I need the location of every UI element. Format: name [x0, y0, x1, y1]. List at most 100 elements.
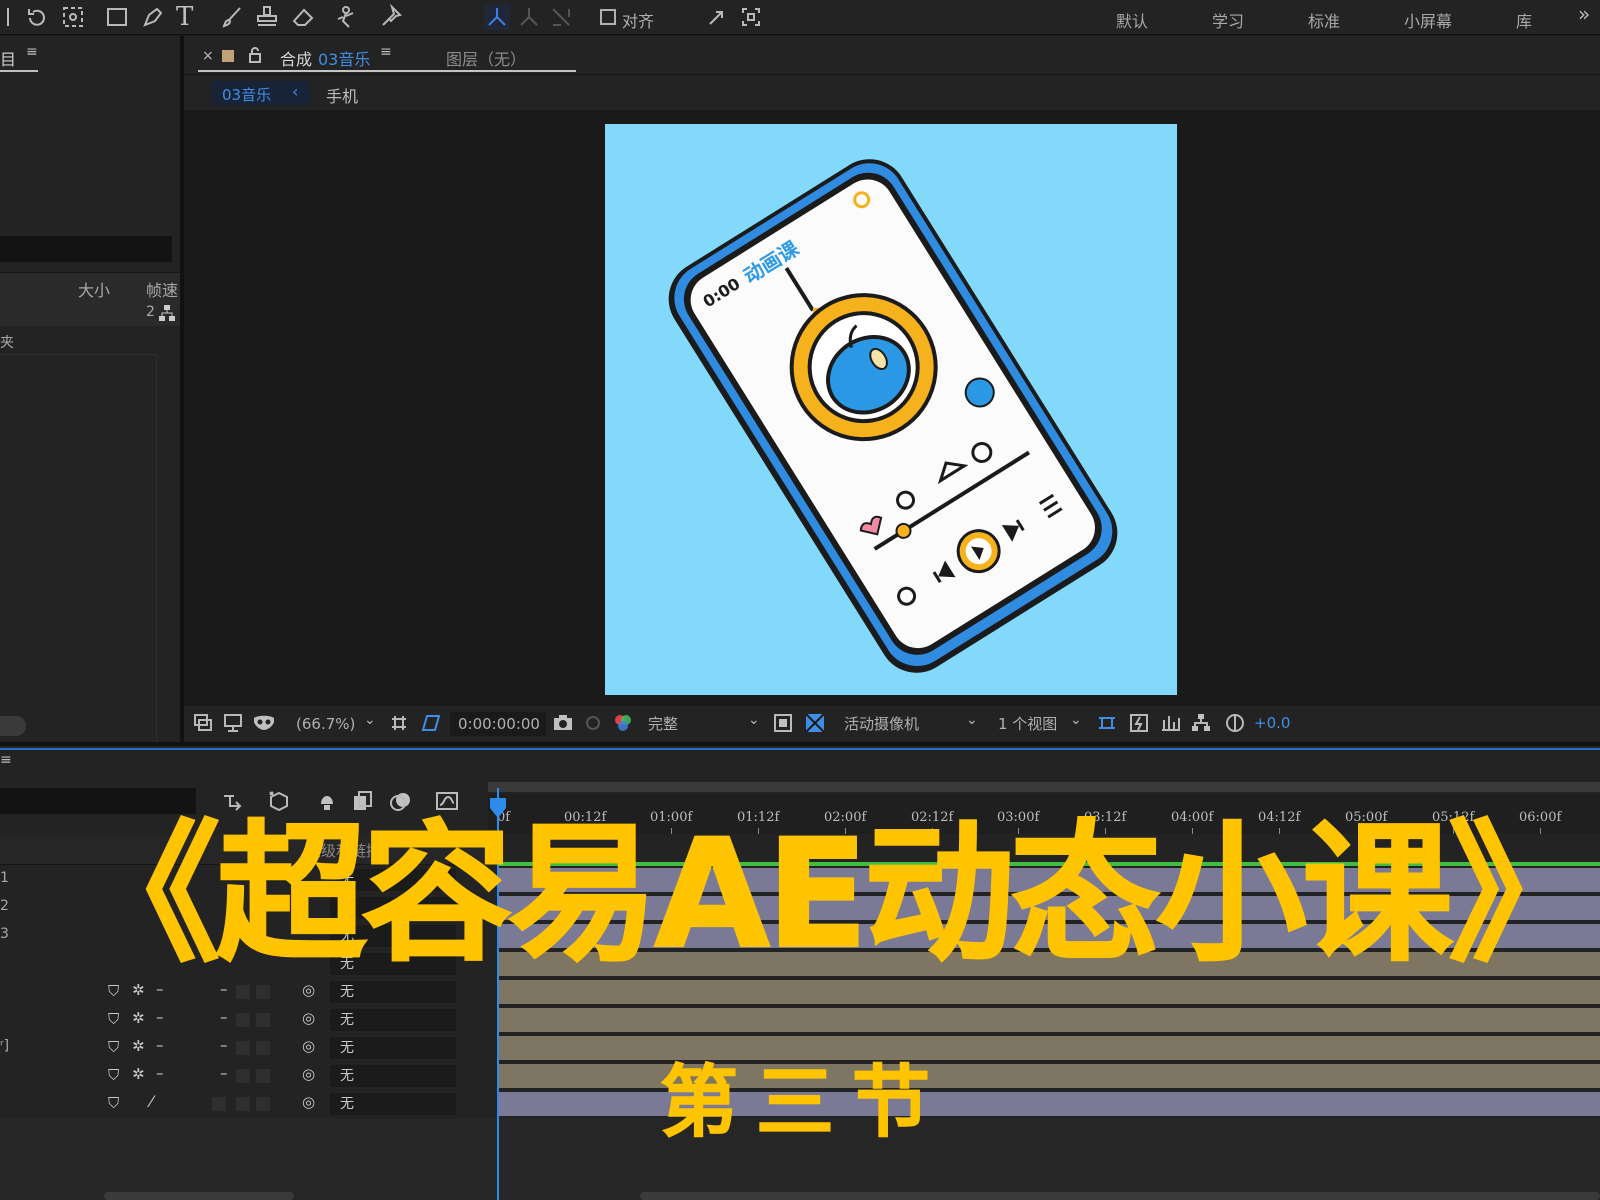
motion-blur-toggle[interactable]: – — [220, 980, 228, 998]
workspace-learn[interactable]: 学习 — [1212, 8, 1244, 32]
effects-toggle[interactable]: – — [156, 980, 164, 998]
comp-tab-prefix[interactable]: 合成 — [280, 46, 312, 70]
adjustment-switch[interactable] — [236, 1013, 250, 1027]
project-folder-label[interactable]: 夹 — [0, 332, 14, 352]
parent-select[interactable]: 无 — [330, 1037, 456, 1059]
workspace-overflow-icon[interactable]: » — [1578, 2, 1590, 26]
work-area-bar[interactable] — [488, 782, 1600, 792]
fast-previews-icon[interactable] — [1128, 712, 1150, 734]
quality-icon[interactable]: ✲ — [132, 1009, 145, 1027]
type-tool-icon[interactable]: T — [176, 2, 202, 32]
camera-chevron-down-icon[interactable]: ⌄ — [966, 712, 978, 728]
layer-row[interactable]: ʳ] ⛉ ✲ – – ◎ 无 — [0, 1034, 488, 1062]
shy-icon[interactable]: ⛉ — [108, 1066, 119, 1084]
3d-switch[interactable] — [256, 1097, 270, 1111]
snap-checkbox[interactable] — [600, 9, 616, 25]
mask-visibility-icon[interactable] — [252, 712, 276, 734]
exposure-value[interactable]: +0.0 — [1254, 714, 1290, 732]
project-scroll-handle[interactable] — [0, 716, 26, 736]
workspace-libraries[interactable]: 库 — [1516, 8, 1532, 32]
close-tab-icon[interactable]: × — [202, 48, 214, 64]
shy-icon[interactable]: ⛉ — [108, 982, 119, 1000]
snap-edges-icon[interactable] — [704, 4, 730, 30]
zoom-chevron-down-icon[interactable]: ⌄ — [364, 712, 376, 728]
3d-switch[interactable] — [256, 1041, 270, 1055]
shy-icon[interactable]: ⛉ — [108, 1038, 119, 1056]
transparency-grid-icon[interactable] — [420, 712, 442, 734]
motion-blur-toggle[interactable]: – — [220, 1008, 228, 1026]
axis-view-icon[interactable] — [548, 4, 574, 30]
parent-select[interactable]: 无 — [330, 981, 456, 1003]
continuous-raster-icon[interactable]: ⁄ — [150, 1092, 153, 1111]
timeline-menu-icon[interactable]: ≡ — [0, 753, 12, 767]
toggle-transparency-grid-icon[interactable] — [804, 712, 826, 734]
puppet-pin-tool-icon[interactable] — [378, 4, 404, 30]
motion-blur-toggle[interactable]: – — [220, 1064, 228, 1082]
pick-whip-icon[interactable]: ◎ — [302, 1093, 315, 1111]
roto-brush-tool-icon[interactable] — [334, 4, 360, 30]
quality-icon[interactable]: ✲ — [132, 1037, 145, 1055]
parent-select[interactable]: 无 — [330, 1065, 456, 1087]
axis-world-icon[interactable] — [516, 4, 542, 30]
layer-track-bar[interactable] — [498, 980, 1600, 1004]
snap-frame-icon[interactable] — [738, 4, 764, 30]
always-preview-icon[interactable] — [192, 712, 214, 734]
comp-canvas[interactable]: 0:00 动画课 — [605, 124, 1177, 695]
pick-whip-icon[interactable]: ◎ — [302, 981, 315, 999]
shy-icon[interactable]: ⛉ — [108, 1094, 119, 1112]
effects-toggle[interactable]: – — [156, 1064, 164, 1082]
flowchart-icon[interactable] — [158, 304, 176, 322]
parent-select[interactable]: 无 — [330, 1009, 456, 1031]
rectangle-tool-icon[interactable] — [104, 4, 130, 30]
pick-whip-icon[interactable]: ◎ — [302, 1065, 315, 1083]
quality-icon[interactable]: ✲ — [132, 981, 145, 999]
snapshot-camera-icon[interactable] — [552, 712, 574, 734]
eraser-tool-icon[interactable] — [290, 4, 316, 30]
current-time-field[interactable]: 0:00:00:00 — [450, 712, 546, 736]
layer-row[interactable]: ⛉ ✲ – – ◎ 无 — [0, 978, 488, 1006]
3d-switch[interactable] — [256, 1013, 270, 1027]
camera-orbit-tool-icon[interactable] — [60, 4, 86, 30]
layer-row[interactable]: ⛉ ✲ – – ◎ 无 — [0, 1006, 488, 1034]
layer-row[interactable]: ⛉ ✲ – – ◎ 无 — [0, 1062, 488, 1090]
workspace-default[interactable]: 默认 — [1116, 8, 1148, 32]
resolution-select[interactable]: 完整 — [640, 712, 758, 736]
adjustment-switch[interactable] — [236, 985, 250, 999]
pick-whip-icon[interactable]: ◎ — [302, 1009, 315, 1027]
lock-icon[interactable] — [248, 46, 262, 64]
comp-tab-name[interactable]: 03音乐 — [318, 46, 370, 70]
region-of-interest-icon[interactable] — [772, 712, 794, 734]
3d-switch[interactable] — [256, 985, 270, 999]
resolution-chevron-down-icon[interactable]: ⌄ — [748, 712, 760, 728]
layer-track-bar[interactable] — [498, 1008, 1600, 1032]
adjustment-switch[interactable] — [236, 1041, 250, 1055]
effects-toggle[interactable]: – — [156, 1036, 164, 1054]
shy-icon[interactable]: ⛉ — [108, 1010, 119, 1028]
project-row[interactable]: 2 — [0, 300, 180, 326]
column-size-label[interactable]: 大小 — [78, 277, 110, 301]
panel-menu-icon[interactable]: ≡ — [26, 45, 38, 59]
clone-stamp-tool-icon[interactable] — [254, 4, 280, 30]
view-layout-chevron-down-icon[interactable]: ⌄ — [1070, 712, 1082, 728]
camera-select[interactable]: 活动摄像机 — [836, 712, 984, 736]
comp-panel-menu-icon[interactable]: ≡ — [380, 45, 392, 59]
adjustment-switch[interactable] — [236, 1069, 250, 1083]
monitor-icon[interactable] — [222, 712, 244, 734]
show-snapshot-icon[interactable] — [582, 712, 604, 734]
timeline-toggle-icon[interactable] — [1160, 712, 1182, 734]
color-channels-icon[interactable] — [612, 712, 634, 734]
timeline-scrollbar[interactable] — [104, 1192, 294, 1200]
adjustment-switch[interactable] — [236, 1097, 250, 1111]
workspace-standard[interactable]: 标准 — [1308, 8, 1340, 32]
resolution-grid-icon[interactable] — [388, 712, 410, 734]
column-fps-label[interactable]: 帧速 — [146, 277, 178, 301]
effects-toggle[interactable]: – — [156, 1008, 164, 1026]
reset-exposure-icon[interactable] — [1224, 712, 1246, 734]
brush-tool-icon[interactable] — [220, 4, 246, 30]
project-tab-label[interactable]: 目 — [0, 46, 16, 70]
project-search-input[interactable] — [0, 236, 172, 262]
breadcrumb-active[interactable]: 03音乐 ‹ — [212, 81, 310, 105]
workspace-small-screen[interactable]: 小屏幕 — [1404, 8, 1452, 32]
parent-select[interactable]: 无 — [330, 1093, 456, 1115]
3d-switch[interactable] — [256, 1069, 270, 1083]
